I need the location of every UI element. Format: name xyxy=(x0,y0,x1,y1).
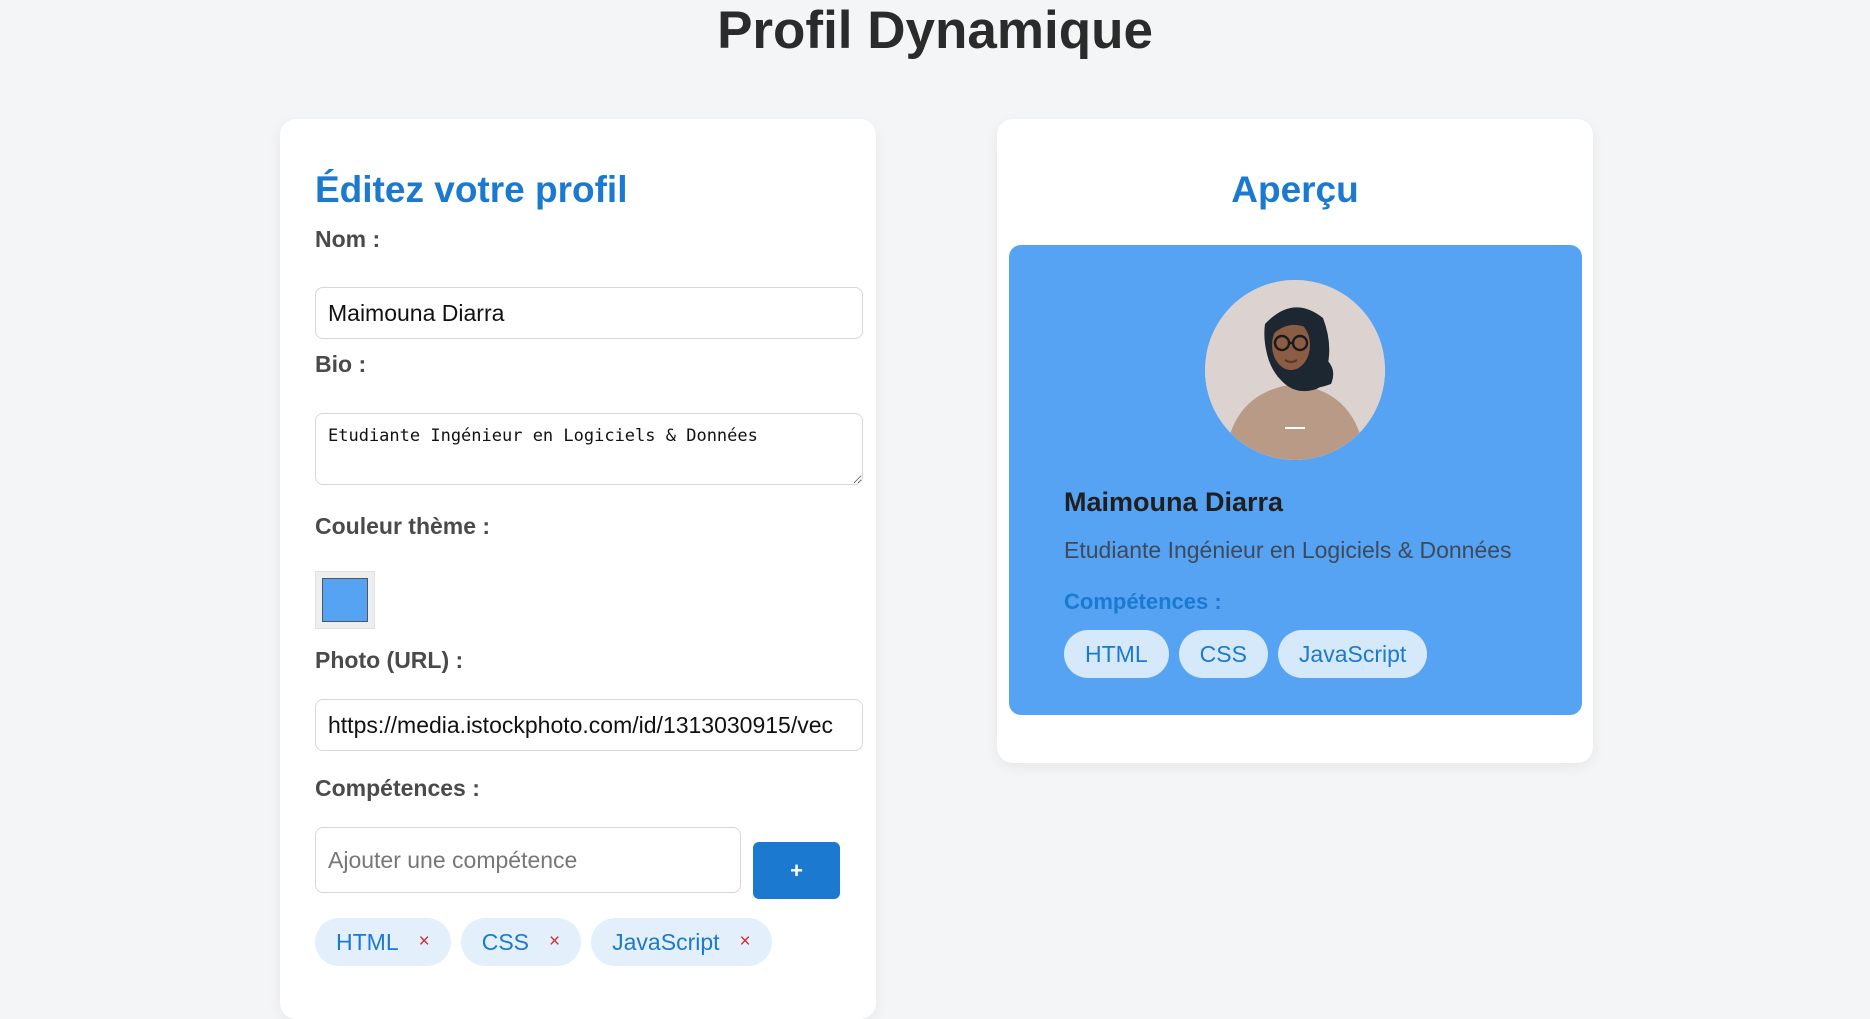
add-skill-button[interactable]: + xyxy=(753,842,840,899)
avatar-illustration-icon xyxy=(1205,280,1385,460)
page-title: Profil Dynamique xyxy=(717,1,1153,60)
remove-skill-icon[interactable]: × xyxy=(740,931,751,953)
preview-skill-tag: HTML xyxy=(1064,630,1169,678)
preview-skill-tags: HTML CSS JavaScript xyxy=(1064,630,1428,678)
edit-section-title: Éditez votre profil xyxy=(315,169,628,210)
photo-label: Photo (URL) : xyxy=(315,647,464,673)
remove-skill-icon[interactable]: × xyxy=(419,931,430,953)
skill-tag: JavaScript × xyxy=(591,918,772,966)
skill-tags: HTML × CSS × JavaScript × xyxy=(315,918,772,966)
bio-label: Bio : xyxy=(315,351,367,377)
remove-skill-icon[interactable]: × xyxy=(549,931,560,953)
theme-color-picker[interactable] xyxy=(315,571,375,629)
preview-skill-tag: CSS xyxy=(1178,630,1268,678)
skill-tag: CSS × xyxy=(460,918,582,966)
edit-profile-card: Éditez votre profil Nom : Bio : Etudiant… xyxy=(280,119,876,1019)
avatar xyxy=(1205,280,1385,460)
color-label: Couleur thème : xyxy=(315,513,491,539)
skill-tag-label: JavaScript xyxy=(612,928,720,955)
profile-bio: Etudiante Ingénieur en Logiciels & Donné… xyxy=(1064,537,1512,563)
skill-tag-label: HTML xyxy=(336,928,399,955)
name-label: Nom : xyxy=(315,226,381,252)
photo-url-input[interactable] xyxy=(315,699,863,751)
bio-textarea[interactable]: Etudiante Ingénieur en Logiciels & Donné… xyxy=(315,413,863,485)
profile-preview-box: Maimouna Diarra Etudiante Ingénieur en L… xyxy=(1009,245,1582,715)
preview-skills-label: Compétences : xyxy=(1064,589,1222,614)
skill-tag: HTML × xyxy=(315,918,451,966)
preview-section-title: Aperçu xyxy=(1231,169,1359,210)
skills-label: Compétences : xyxy=(315,775,480,801)
name-input[interactable] xyxy=(315,287,863,339)
preview-card: Aperçu Maimouna Diarra Etudiante Ingénie… xyxy=(997,119,1593,763)
preview-skill-tag: JavaScript xyxy=(1277,630,1428,678)
skill-input[interactable] xyxy=(315,827,741,893)
profile-name: Maimouna Diarra xyxy=(1064,487,1284,517)
theme-color-swatch xyxy=(322,578,368,622)
skill-tag-label: CSS xyxy=(481,928,530,955)
